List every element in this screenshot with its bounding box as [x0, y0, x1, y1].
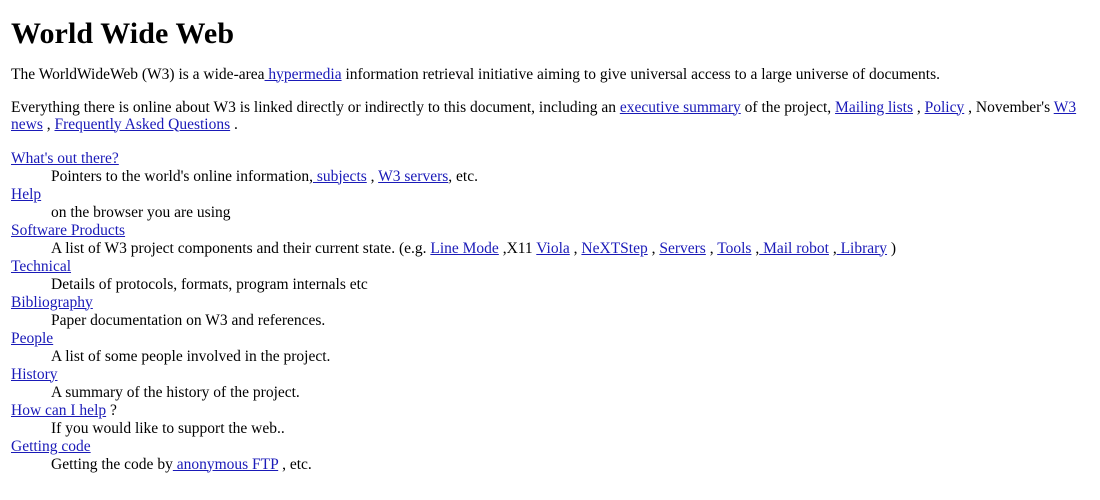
index-desc-text-a-1: on the browser you are using — [51, 203, 231, 221]
index-desc-text-a-6: A summary of the history of the project. — [51, 383, 300, 401]
index-desc-text-a-4: Paper documentation on W3 and references… — [51, 311, 326, 329]
intro-p2-text-a: Everything there is online about W3 is l… — [11, 98, 620, 116]
index-term-suffix: ? — [106, 401, 117, 419]
index-term-link-8[interactable]: Getting code — [11, 438, 91, 455]
index-term: Getting code — [11, 438, 1090, 456]
index-term: People — [11, 330, 1090, 348]
page-title: World Wide Web — [11, 17, 235, 50]
index-term: Software Products — [11, 222, 1090, 240]
index-desc-sep-2-6: ) — [887, 239, 897, 257]
index-term-link-6[interactable]: History — [11, 366, 58, 383]
index-term: How can I help ? — [11, 402, 1090, 420]
index-desc-text-a-2: A list of W3 project components and thei… — [51, 239, 431, 257]
index-definition-list: What's out there? Pointers to the world's… — [11, 150, 1090, 474]
index-desc-text-a-5: A list of some people involved in the pr… — [51, 347, 331, 365]
index-desc-text-a-0: Pointers to the world's online informati… — [51, 167, 313, 185]
index-desc-text-c-0: , etc. — [448, 167, 478, 185]
intro-paragraph-2: Everything there is online about W3 is l… — [11, 99, 1090, 133]
index-description: Pointers to the world's online informati… — [51, 168, 1090, 186]
index-term-link-4[interactable]: Bibliography — [11, 294, 93, 311]
intro-paragraph-1: The WorldWideWeb (W3) is a wide-area hyp… — [11, 66, 1090, 83]
index-term-link-3[interactable]: Technical — [11, 258, 71, 275]
index-desc-link-2-4[interactable]: Tools — [717, 240, 751, 257]
index-desc-sep-2-3: , — [705, 239, 718, 257]
intro-p1-text-after: information retrieval initiative aiming … — [341, 65, 941, 83]
intro-p1-text-before: The WorldWideWeb (W3) is a wide-area — [11, 65, 265, 83]
index-desc-text-b-0: , — [366, 167, 379, 185]
document-body: World Wide Web The WorldWideWeb (W3) is … — [0, 0, 1100, 474]
index-desc-text-a-8: Getting the code by — [51, 455, 173, 473]
index-description: on the browser you are using — [51, 204, 1090, 222]
intro-p2-text-f: . — [230, 115, 238, 133]
index-desc-text-a-3: Details of protocols, formats, program i… — [51, 275, 368, 293]
index-desc-link-2-2[interactable]: NeXTStep — [581, 240, 647, 257]
intro-p2-text-c: , — [913, 98, 925, 116]
index-term: Help — [11, 186, 1090, 204]
index-description: A list of W3 project components and thei… — [51, 240, 1090, 258]
index-description: A summary of the history of the project. — [51, 384, 1090, 402]
index-term: Bibliography — [11, 294, 1090, 312]
link-executive-summary[interactable]: executive summary — [620, 99, 741, 116]
index-term: Technical — [11, 258, 1090, 276]
index-desc-link-2-6[interactable]: Library — [837, 240, 887, 257]
intro-p2-text-d: , November's — [964, 98, 1054, 116]
index-description: Details of protocols, formats, program i… — [51, 276, 1090, 294]
index-desc-text-a-7: If you would like to support the web.. — [51, 419, 285, 437]
index-description: If you would like to support the web.. — [51, 420, 1090, 438]
index-desc-sep-2-2: , — [647, 239, 660, 257]
index-term-link-2[interactable]: Software Products — [11, 222, 125, 239]
link-hypermedia[interactable]: hypermedia — [265, 66, 341, 83]
index-desc-sep-2-0: ,X11 — [498, 239, 537, 257]
index-desc-link-2-5[interactable]: Mail robot — [759, 240, 829, 257]
intro-p2-text-e: , — [42, 115, 55, 133]
index-term-link-1[interactable]: Help — [11, 186, 41, 203]
index-desc-link2-0[interactable]: W3 servers — [378, 168, 448, 185]
index-desc-link-2-0[interactable]: Line Mode — [430, 240, 498, 257]
index-term: What's out there? — [11, 150, 1090, 168]
link-mailing-lists[interactable]: Mailing lists — [835, 99, 913, 116]
index-term-link-0[interactable]: What's out there? — [11, 150, 119, 167]
link-faq[interactable]: Frequently Asked Questions — [54, 116, 230, 133]
index-description: Paper documentation on W3 and references… — [51, 312, 1090, 330]
index-desc-sep-2-5: , — [828, 239, 837, 257]
index-term-link-7[interactable]: How can I help — [11, 402, 106, 419]
index-desc-link1-8[interactable]: anonymous FTP — [173, 456, 278, 473]
index-term: History — [11, 366, 1090, 384]
index-desc-link-2-3[interactable]: Servers — [659, 240, 706, 257]
index-term-link-5[interactable]: People — [11, 330, 53, 347]
index-description: A list of some people involved in the pr… — [51, 348, 1090, 366]
index-description: Getting the code by anonymous FTP , etc. — [51, 456, 1090, 474]
link-policy[interactable]: Policy — [925, 99, 965, 116]
index-desc-link-2-1[interactable]: Viola — [536, 240, 570, 257]
index-desc-text-b-8: , etc. — [278, 455, 312, 473]
intro-p2-text-b: of the project, — [740, 98, 836, 116]
index-desc-sep-2-1: , — [569, 239, 582, 257]
index-desc-link1-0[interactable]: subjects — [313, 168, 367, 185]
